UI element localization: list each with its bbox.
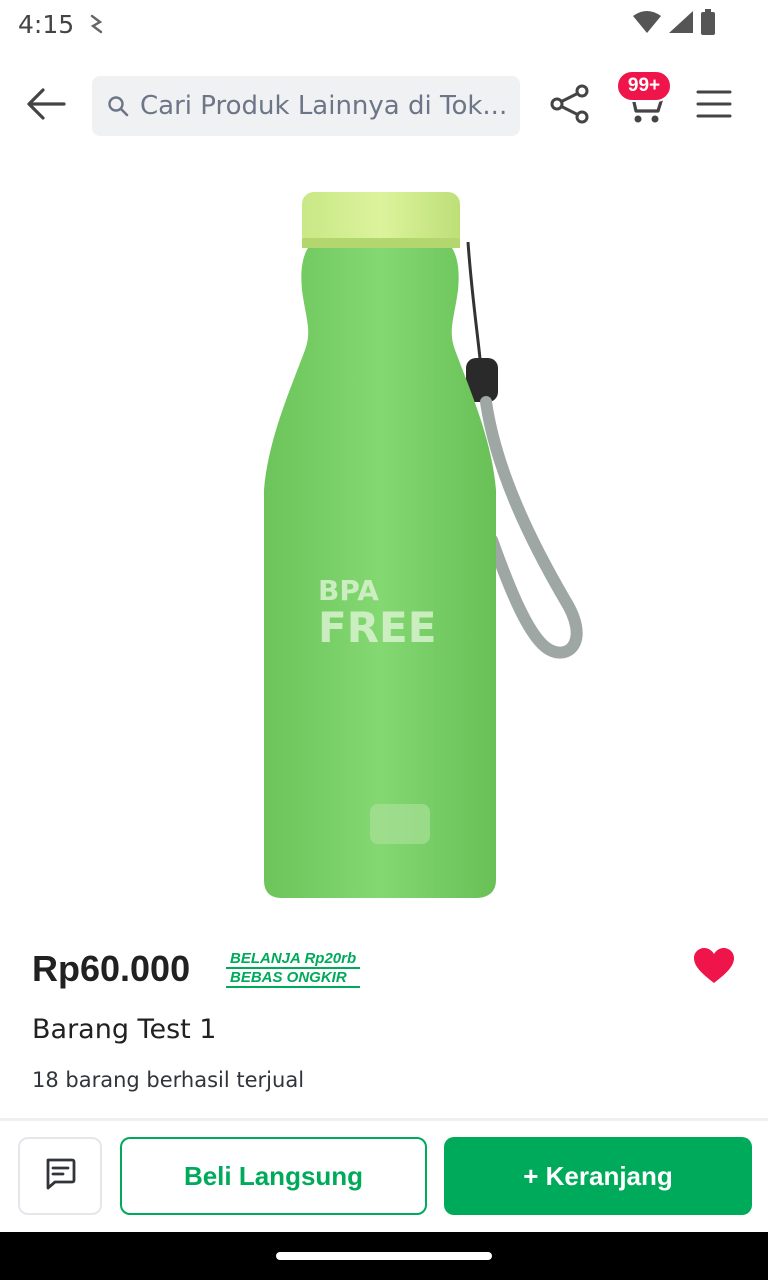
share-icon [549,84,591,129]
product-image[interactable]: BPA FREE [170,180,600,920]
wifi-icon [632,10,662,39]
hamburger-menu-icon [696,88,732,125]
sold-count: 18 barang berhasil terjual [32,1068,305,1092]
menu-button[interactable] [690,80,738,132]
promo-line-2: BEBAS ONGKIR [226,969,361,988]
add-to-cart-button[interactable]: + Keranjang [444,1137,752,1215]
free-shipping-badge: BELANJA Rp20rb BEBAS ONGKIR [226,950,361,988]
arrow-left-icon [26,87,66,126]
share-button[interactable] [544,80,596,132]
search-icon [106,93,132,119]
status-bar: 4:15 [0,0,768,52]
chat-button[interactable] [18,1137,102,1215]
home-gesture-handle[interactable] [276,1252,492,1260]
battery-icon [700,8,716,40]
bottle-illustration: BPA FREE [264,192,583,898]
promo-line-1: BELANJA Rp20rb [226,950,361,969]
buy-now-button[interactable]: Beli Langsung [120,1137,427,1215]
price-row: Rp60.000 BELANJA Rp20rb BEBAS ONGKIR [32,940,742,1000]
signal-icon [668,10,694,39]
product-name: Barang Test 1 [32,1014,217,1045]
product-price: Rp60.000 [32,948,191,989]
notification-icon [88,12,106,36]
status-icons [632,8,716,40]
bottom-action-bar: Beli Langsung + Keranjang [0,1121,768,1232]
heart-icon [693,947,735,990]
svg-text:FREE: FREE [318,603,436,652]
system-nav-bar [0,1232,768,1280]
cart-count-badge: 99+ [616,70,672,102]
status-time: 4:15 [18,10,75,39]
wishlist-button[interactable] [692,946,736,990]
search-input[interactable]: Cari Produk Lainnya di Tok... [92,76,520,136]
chat-icon [43,1157,77,1196]
back-button[interactable] [16,78,76,134]
search-placeholder: Cari Produk Lainnya di Tok... [140,91,508,121]
